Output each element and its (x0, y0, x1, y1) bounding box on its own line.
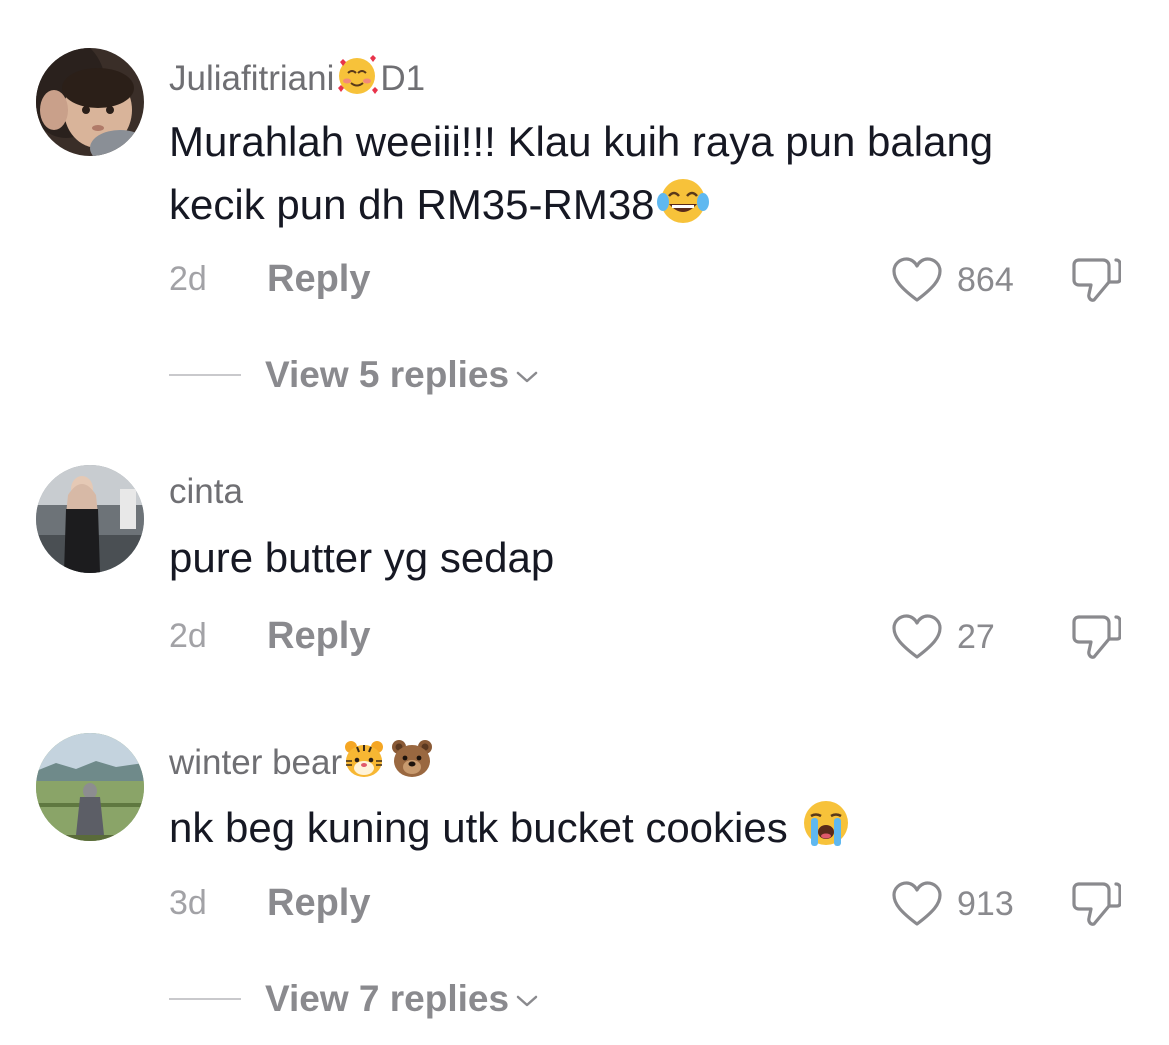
divider (169, 374, 241, 376)
comment-actions: 2d Reply 27 (169, 611, 1129, 661)
avatar[interactable] (36, 465, 144, 573)
dislike-icon[interactable] (1071, 878, 1121, 928)
loudly-crying-face-icon (799, 796, 853, 866)
avatar-photo (36, 48, 144, 156)
smiling-face-with-hearts-icon (334, 52, 380, 109)
heart-icon[interactable] (891, 880, 943, 928)
like-count: 864 (957, 261, 1014, 299)
comment-text: pure butter yg sedap (169, 528, 1129, 588)
view-replies-button[interactable]: View 7 replies (265, 978, 539, 1020)
username-text: cinta (169, 472, 243, 511)
username-suffix: D1 (380, 58, 426, 98)
bear-face-icon (390, 737, 434, 792)
heart-icon[interactable] (891, 256, 943, 304)
view-replies-button[interactable]: View 5 replies (265, 354, 539, 396)
chevron-down-icon (516, 995, 538, 1007)
comment-text-line: nk beg kuning utk bucket cookies (169, 796, 1129, 866)
avatar[interactable] (36, 733, 144, 841)
like-count: 913 (957, 885, 1014, 923)
dislike-icon[interactable] (1071, 611, 1121, 661)
comment-time: 3d (169, 884, 207, 922)
avatar-photo (36, 733, 144, 841)
comment-time: 2d (169, 617, 207, 655)
comment-actions: 2d Reply 864 (169, 254, 1129, 304)
dislike-icon[interactable] (1071, 254, 1121, 304)
reply-button[interactable]: Reply (267, 882, 370, 925)
comment-text: nk beg kuning utk bucket cookies (169, 796, 1129, 866)
comment-text: Murahlah weeiii!!! Klau kuih raya pun ba… (169, 112, 1129, 244)
comment-username[interactable]: winter bear (169, 737, 434, 792)
comment-username[interactable]: Juliafitriani D1 (169, 52, 425, 109)
chevron-down-icon (516, 371, 538, 383)
comment-text-line: kecik pun dh RM35-RM38 (169, 172, 1129, 244)
face-with-tears-of-joy-icon (655, 172, 711, 244)
comment-text-line: Murahlah weeiii!!! Klau kuih raya pun ba… (169, 118, 994, 165)
reply-button[interactable]: Reply (267, 258, 370, 301)
avatar[interactable] (36, 48, 144, 156)
comment-time: 2d (169, 260, 207, 298)
avatar-photo (36, 465, 144, 573)
comment-actions: 3d Reply 913 (169, 878, 1129, 928)
heart-icon[interactable] (891, 613, 943, 661)
tiger-face-icon (342, 737, 386, 792)
comment-username[interactable]: cinta (169, 470, 243, 514)
username-text: winter bear (169, 742, 343, 782)
like-count: 27 (957, 618, 995, 656)
username-text: Juliafitriani (169, 58, 335, 98)
comment-text-line: pure butter yg sedap (169, 534, 555, 581)
divider (169, 998, 241, 1000)
reply-button[interactable]: Reply (267, 615, 370, 658)
